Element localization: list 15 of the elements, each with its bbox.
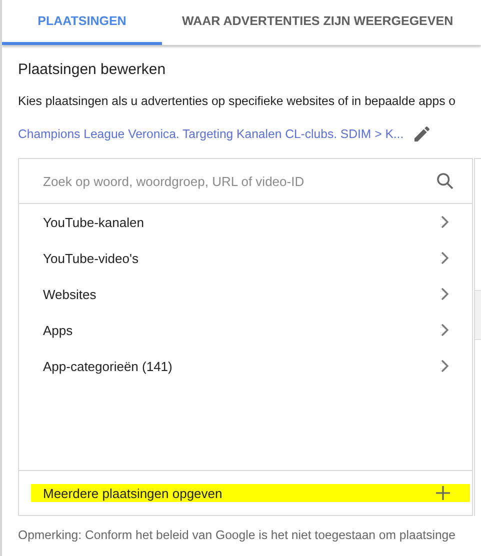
add-multiple-button[interactable]: Meerdere plaatsingen opgeven xyxy=(31,484,470,502)
chevron-right-icon xyxy=(440,323,450,337)
chevron-right-icon xyxy=(440,359,450,373)
breadcrumb-link[interactable]: Champions League Veronica. Targeting Kanalen CL-clubs. SDIM > K... xyxy=(18,127,404,141)
chevron-right-icon xyxy=(440,251,450,265)
section-heading: Plaatsingen bewerken xyxy=(18,61,167,80)
note-text: Opmerking: Conform het beleid van Google is het niet toegestaan om plaatsinge xyxy=(18,528,456,542)
tab[interactable]: WAAR ADVERTENTIES ZIJN WEERGEGEVEN xyxy=(162,0,474,45)
plus-icon xyxy=(436,486,450,500)
chevron-right-icon xyxy=(440,287,450,301)
description-text: Kies plaatsingen als u advertenties op specifieke websites of in bepaalde apps o xyxy=(18,94,457,108)
tab[interactable]: PLAATSINGEN xyxy=(2,0,162,45)
search-icon[interactable] xyxy=(435,171,455,191)
chevron-right-icon xyxy=(440,215,450,229)
edit-icon[interactable] xyxy=(412,124,432,144)
